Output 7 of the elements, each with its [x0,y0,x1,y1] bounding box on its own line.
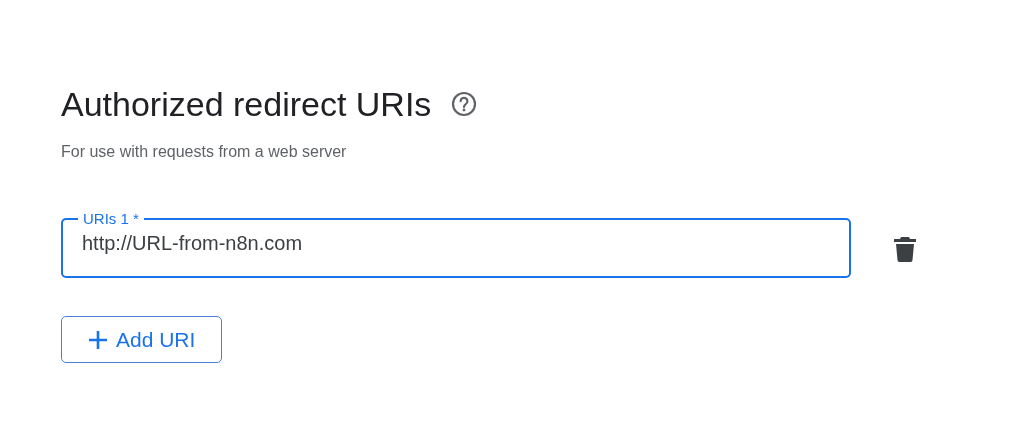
plus-icon [88,329,108,350]
section-description: For use with requests from a web server [61,142,348,162]
trash-icon[interactable] [893,236,917,262]
add-uri-button[interactable]: Add URI [61,316,223,363]
help-icon[interactable] [451,91,478,117]
section-title: Authorized redirect URIs [61,84,432,125]
url-input[interactable]: http://URL-from-n8n.com [82,230,833,256]
